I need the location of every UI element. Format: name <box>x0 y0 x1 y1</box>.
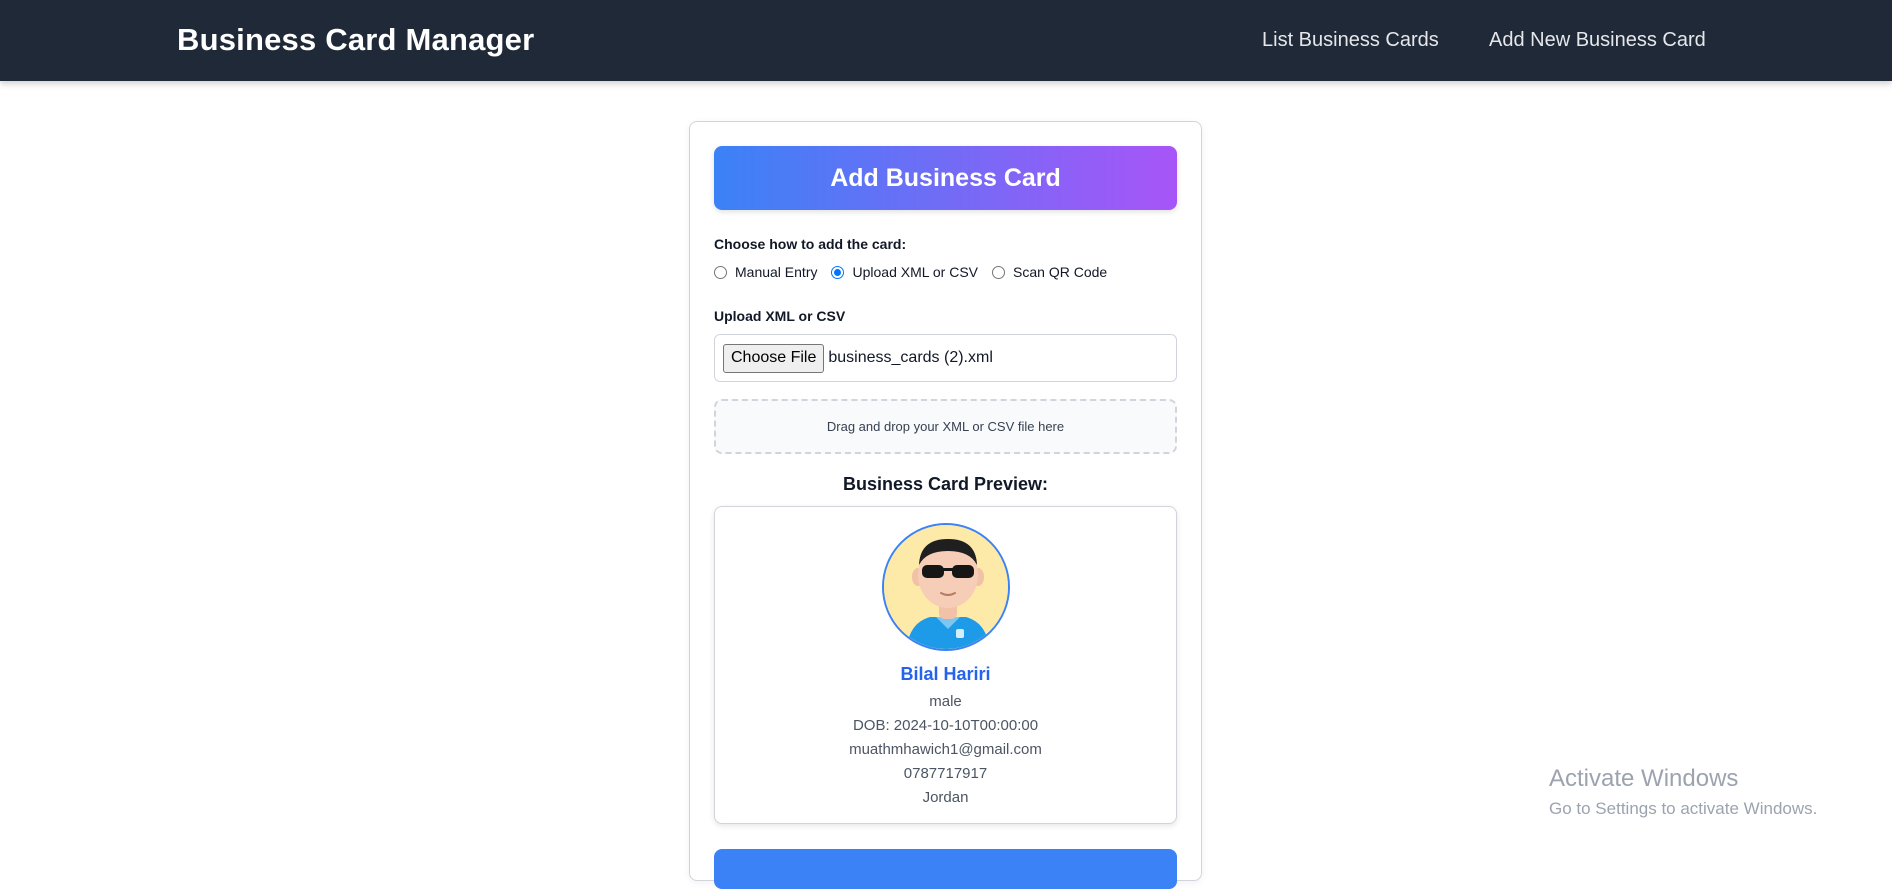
radio-manual[interactable] <box>714 265 727 279</box>
preview-phone: 0787717917 <box>903 765 988 782</box>
submit-button[interactable] <box>714 849 1177 889</box>
file-input[interactable]: Choose File business_cards (2).xml <box>714 334 1177 382</box>
avatar <box>882 523 1010 651</box>
selected-file-name: business_cards (2).xml <box>828 349 993 366</box>
radio-label-upload: Upload XML or CSV <box>852 264 979 280</box>
add-card-panel: Add Business Card Choose how to add the … <box>689 121 1202 889</box>
avatar-illustration-icon <box>884 525 1008 649</box>
radio-option-manual[interactable]: Manual Entry <box>714 264 817 280</box>
choose-method-label: Choose how to add the card: <box>714 236 907 252</box>
drop-zone-text: Drag and drop your XML or CSV file here <box>826 419 1065 434</box>
nav-link-list-cards[interactable]: List Business Cards <box>1262 29 1439 52</box>
radio-option-qr[interactable]: Scan QR Code <box>992 264 1107 280</box>
preview-gender: male <box>929 693 962 710</box>
nav-link-add-card[interactable]: Add New Business Card <box>1489 29 1706 52</box>
activate-windows-watermark: Activate Windows Go to Settings to activ… <box>1549 765 1817 819</box>
radio-upload[interactable] <box>831 265 845 279</box>
method-radio-group: Manual Entry Upload XML or CSV Scan QR C… <box>714 262 1121 282</box>
form-header: Add Business Card <box>714 146 1177 210</box>
brand-title[interactable]: Business Card Manager <box>177 22 534 58</box>
business-card-preview: Bilal Hariri male DOB: 2024-10-10T00:00:… <box>714 506 1177 824</box>
drop-zone[interactable]: Drag and drop your XML or CSV file here <box>714 399 1177 454</box>
preview-email: muathmhawich1@gmail.com <box>849 741 1042 758</box>
upload-label: Upload XML or CSV <box>714 308 846 324</box>
preview-dob: DOB: 2024-10-10T00:00:00 <box>852 717 1039 734</box>
radio-label-manual: Manual Entry <box>735 264 818 280</box>
preview-country: Jordan <box>922 789 969 806</box>
radio-qr[interactable] <box>992 265 1006 279</box>
radio-option-upload[interactable]: Upload XML or CSV <box>831 264 978 280</box>
watermark-title: Activate Windows <box>1549 765 1739 792</box>
top-navbar: Business Card Manager List Business Card… <box>0 0 1892 81</box>
watermark-subtitle: Go to Settings to activate Windows. <box>1549 799 1818 818</box>
choose-file-button[interactable]: Choose File <box>723 343 825 373</box>
preview-name: Bilal Hariri <box>900 664 991 684</box>
radio-label-qr: Scan QR Code <box>1013 264 1108 280</box>
preview-title: Business Card Preview: <box>842 474 1049 494</box>
